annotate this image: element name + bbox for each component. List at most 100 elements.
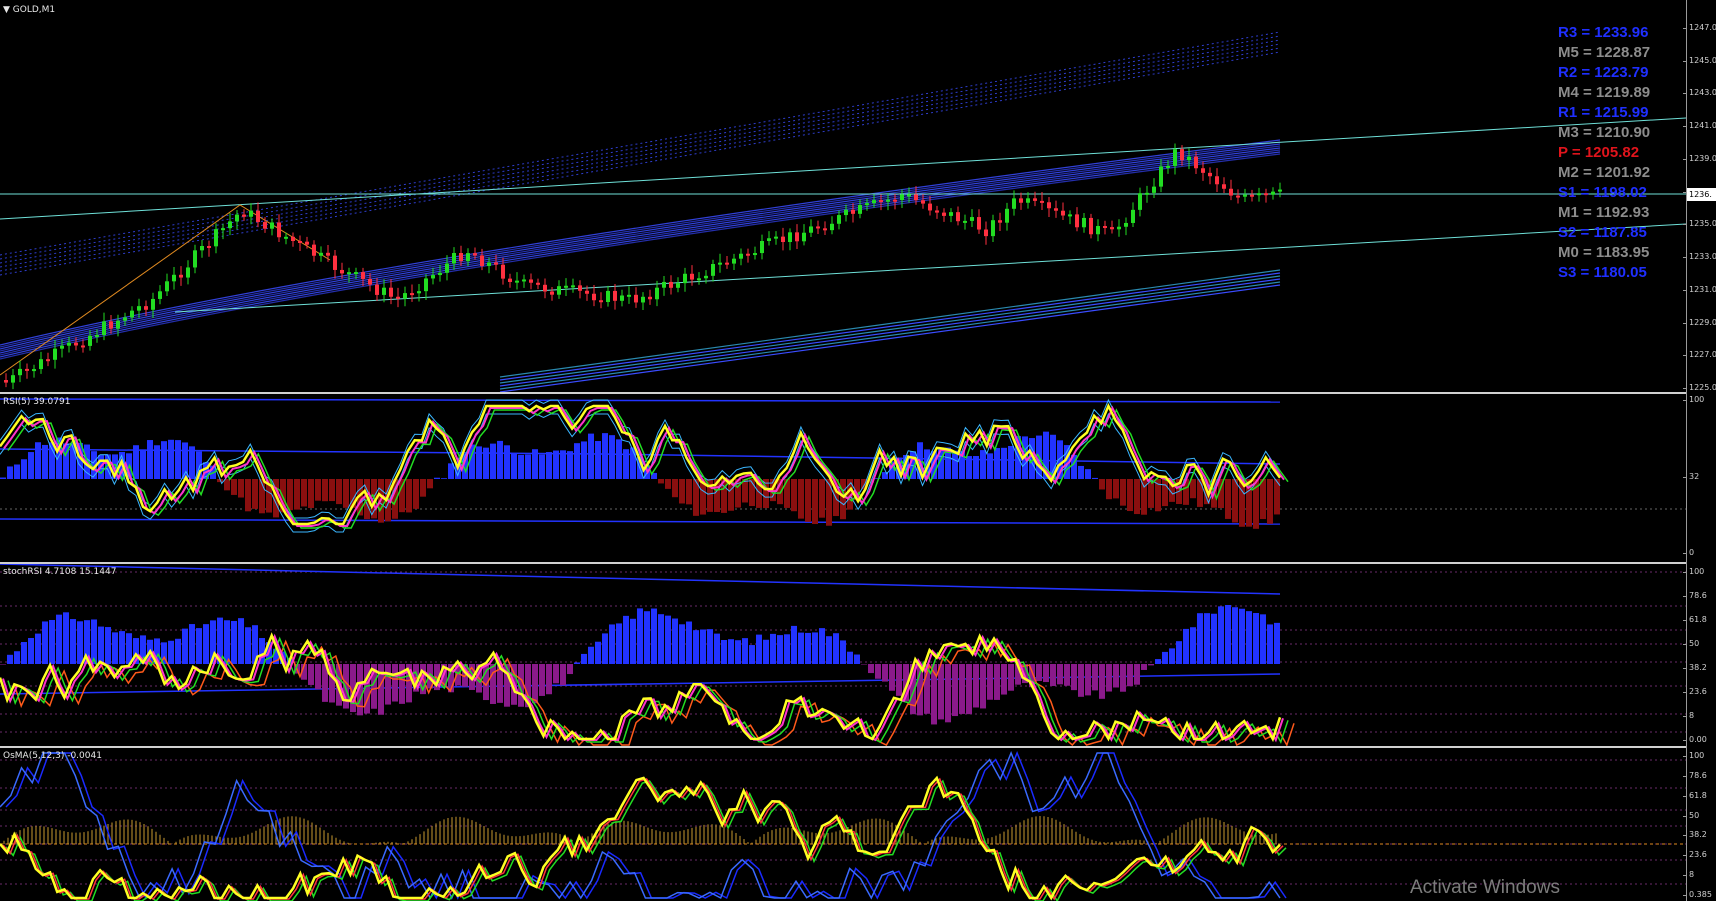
candle-body [1222,184,1226,189]
price-axis[interactable] [1686,0,1716,901]
rsi-histogram-bar [301,479,307,507]
stoch-histogram-bar [553,664,559,684]
stoch-histogram-bar [1092,664,1098,691]
candle-body [1215,176,1219,185]
envelope-line [0,35,1281,260]
stoch-histogram-bar [224,620,230,664]
axis-tick-label: 61.8 [1689,615,1707,624]
rsi-histogram-bar [819,479,825,518]
rsi-histogram-bar [224,479,230,491]
candle-body [984,229,988,237]
axis-tick-label: 1247.0 [1689,23,1716,32]
rsi-pane[interactable]: RSI(5) 39.0791 [0,394,1716,562]
stoch-histogram-bar [1120,664,1126,692]
stoch-histogram-bar [231,620,237,664]
candle-body [1173,149,1177,166]
stoch-histogram-bar [1099,664,1105,699]
rsi-histogram-bar [539,454,545,479]
axis-tick-label: 61.8 [1689,790,1707,800]
rsi-canvas[interactable] [0,394,1686,562]
axis-tick-mark [1683,322,1687,324]
stoch-rsi-canvas[interactable] [0,564,1686,746]
stoch-histogram-bar [854,654,860,664]
candle-body [4,380,8,383]
rsi-histogram-bar [497,440,503,479]
candle-body [578,285,582,291]
rsi-histogram-bar [1127,479,1133,512]
candle-body [753,253,757,256]
stoch-rsi-label: stochRSI 4.7108 15.1447 [3,567,117,577]
candle-body [557,286,561,295]
pivot-level-label: M0 = 1183.95 [1558,244,1650,261]
stoch-histogram-bar [1239,608,1245,664]
candle-body [732,258,736,264]
price-chart-canvas[interactable] [0,0,1686,392]
stoch-histogram-bar [581,653,587,664]
stoch-histogram-bar [63,612,69,664]
axis-tick-mark [1683,289,1687,291]
rsi-histogram-bar [567,451,573,479]
rsi-histogram-bar [343,479,349,508]
candle-body [676,283,680,288]
stoch-histogram-bar [721,640,727,664]
candle-body [1110,227,1114,230]
candle-body [256,210,260,223]
rsi-histogram-bar [441,478,447,479]
axis-tick-label: 100 [1689,395,1705,404]
candle-body [151,298,155,310]
candle-body [571,285,575,288]
candle-body [452,253,456,264]
candle-body [865,203,869,206]
axis-tick-label: 32 [1689,471,1700,481]
candle-body [200,246,204,251]
candle-body [599,300,603,303]
stoch-histogram-bar [70,619,76,664]
candle-body [837,215,841,224]
chart-menu-icon[interactable]: ▼ [3,5,10,15]
stoch-histogram-bar [98,626,104,664]
candle-body [1033,198,1037,201]
lower-band-line [499,284,1281,392]
rsi-histogram-bar [574,443,580,479]
candle-body [1026,198,1030,203]
stoch-histogram-bar [238,618,244,664]
candle-body [809,226,813,233]
candle-body [963,220,967,223]
candle-body [11,375,15,383]
rsi-histogram-bar [238,479,244,498]
axis-tick-mark [1683,775,1687,777]
candle-body [39,359,43,370]
candle-body [284,236,288,239]
candle-body [977,217,981,230]
stoch-histogram-bar [1246,611,1252,664]
axis-tick-label: 0 [1689,548,1695,557]
osma-label: OsMA(5,12,3) -0.0041 [3,751,102,761]
candle-body [1096,226,1100,235]
candle-body [1145,192,1149,195]
candle-body [67,342,71,346]
stoch-histogram-bar [623,615,629,664]
axis-tick-label: 23.6 [1689,687,1707,696]
rsi-histogram-bar [133,445,139,479]
candle-body [830,223,834,231]
candle-body [1257,193,1261,196]
stoch-histogram-bar [819,628,825,664]
rsi-histogram-bar [525,454,531,479]
rsi-histogram-bar [287,479,293,511]
stoch-rsi-pane[interactable]: stochRSI 4.7108 15.1447 [0,564,1716,746]
stoch-histogram-bar [112,632,118,664]
stoch-histogram-bar [35,633,41,664]
candle-body [221,228,225,231]
stoch-histogram-bar [994,664,1000,700]
price-chart-pane[interactable]: ▼ GOLD,M1 R3 = 1233.96 M5 = 1228.87 R2 = 1… [0,0,1716,392]
candle-body [60,345,64,349]
candle-body [921,200,925,204]
stoch-histogram-bar [833,633,839,664]
rsi-histogram-bar [1225,479,1231,519]
candle-body [109,321,113,329]
lower-band-line [499,272,1281,381]
candle-body [823,228,827,231]
stoch-histogram-bar [1232,607,1238,664]
stoch-histogram-bar [728,639,734,664]
candle-body [186,267,190,278]
